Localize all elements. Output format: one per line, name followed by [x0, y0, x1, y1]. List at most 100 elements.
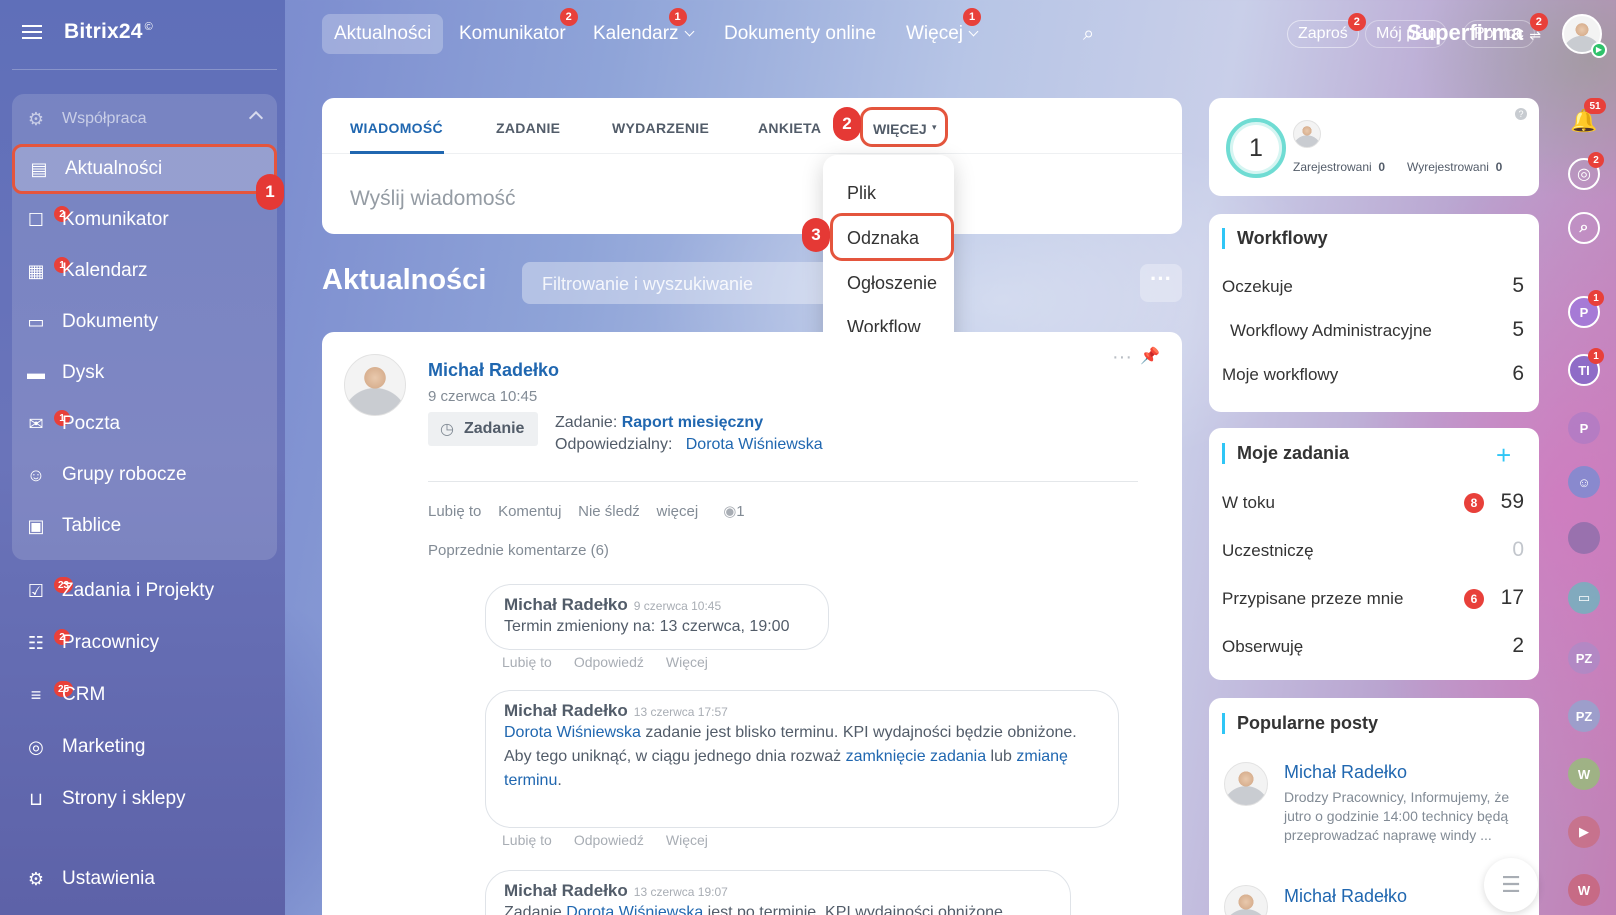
- logo-row: Bitrix24 ©: [22, 20, 153, 44]
- workflow-row-waiting[interactable]: Oczekuje 5: [1222, 274, 1524, 297]
- workflow-title: Workflowy: [1222, 228, 1328, 249]
- tasks-row-watching[interactable]: Obserwuję 2: [1222, 634, 1524, 657]
- help-icon[interactable]: ?: [1515, 108, 1527, 120]
- pin-icon[interactable]: 📌: [1140, 346, 1160, 366]
- chat-avatar-5[interactable]: PZ: [1568, 700, 1600, 732]
- tasks-row-participating[interactable]: Uczestniczę 0: [1222, 538, 1524, 561]
- logo[interactable]: Bitrix24 ©: [64, 20, 153, 44]
- online-counter[interactable]: 1: [1226, 118, 1286, 178]
- post-author[interactable]: Michał Radełko: [428, 360, 559, 381]
- crm-icon: ≡ 25: [24, 681, 74, 707]
- top-nav-messenger[interactable]: Komunikator 2: [447, 8, 578, 54]
- step-marker-2: 2: [833, 107, 861, 141]
- sidebar-item-settings[interactable]: ⚙ Ustawienia: [12, 856, 277, 902]
- marketing-icon: ◎: [28, 736, 44, 757]
- chat-image-avatar[interactable]: [1568, 522, 1600, 554]
- menu-item-announcement[interactable]: Ogłoszenie: [847, 273, 937, 294]
- post-more-icon[interactable]: ···: [1112, 346, 1132, 369]
- more-link[interactable]: Więcej: [666, 832, 708, 848]
- list-icon[interactable]: ☰: [1484, 858, 1538, 912]
- chat-avatar-7[interactable]: W: [1568, 874, 1600, 906]
- sidebar-item-employees[interactable]: ☷ 2 Pracownicy: [12, 620, 277, 666]
- more-link[interactable]: Więcej: [666, 654, 708, 670]
- invite-button[interactable]: Zaproś 2: [1287, 13, 1366, 48]
- user-avatar-small[interactable]: [1293, 120, 1321, 148]
- popular-author-2[interactable]: Michał Radełko: [1284, 886, 1407, 907]
- sidebar-item-calendar[interactable]: ▦ 1 Kalendarz: [12, 248, 277, 294]
- sidebar-item-boards[interactable]: ▣ Tablice: [12, 503, 277, 549]
- chat-2-badge: 1: [1588, 348, 1604, 364]
- workflow-row-admin[interactable]: Workflowy Administracyjne 5: [1222, 318, 1524, 341]
- mention-link[interactable]: Dorota Wiśniewska: [504, 724, 641, 741]
- top-nav-calendar[interactable]: Kalendarz 1: [581, 8, 705, 54]
- top-nav-more[interactable]: Więcej 1: [894, 8, 989, 54]
- my-tasks-title: Moje zadania: [1222, 443, 1349, 464]
- responsible-link[interactable]: Dorota Wiśniewska: [686, 436, 823, 453]
- tab-event[interactable]: WYDARZENIE: [612, 120, 709, 136]
- tasks-row-assigned[interactable]: Przypisane przeze mnie 6 17: [1222, 586, 1524, 609]
- author-avatar[interactable]: [344, 354, 406, 416]
- popular-author-avatar[interactable]: [1224, 762, 1268, 806]
- filter-search-input[interactable]: Filtrowanie i wyszukiwanie: [522, 262, 832, 304]
- task-link[interactable]: Raport miesięczny: [622, 414, 763, 431]
- popular-author[interactable]: Michał Radełko: [1284, 762, 1407, 783]
- drive-icon: ▬: [27, 362, 45, 383]
- message-input[interactable]: Wyślij wiadomość: [350, 187, 516, 211]
- tab-more[interactable]: WIĘCEJ ▾: [860, 107, 948, 147]
- help-button[interactable]: Pomoc 2: [1463, 13, 1548, 48]
- previous-comments-link[interactable]: Poprzednie komentarze (6): [428, 542, 609, 559]
- sidebar-item-mail[interactable]: ✉ 1 Poczta: [12, 401, 277, 447]
- tab-message[interactable]: WIADOMOŚĆ: [350, 120, 443, 136]
- tab-task[interactable]: ZADANIE: [496, 120, 560, 136]
- sidebar-item-tasks[interactable]: ☑ 23 Zadania i Projekty: [12, 568, 277, 614]
- video-icon[interactable]: ▶: [1568, 816, 1600, 848]
- more-link[interactable]: więcej: [656, 503, 698, 520]
- reply-link[interactable]: Odpowiedź: [574, 832, 644, 848]
- feed-options-button[interactable]: ···: [1140, 264, 1182, 302]
- sidebar-item-sites[interactable]: ⊔ Strony i sklepy: [12, 776, 277, 822]
- unfollow-link[interactable]: Nie śledź: [578, 503, 640, 520]
- sidebar-item-marketing[interactable]: ◎ Marketing: [12, 724, 277, 770]
- sidebar-item-crm[interactable]: ≡ 25 CRM: [12, 672, 277, 718]
- chat-bubble-icon[interactable]: ▭: [1568, 582, 1600, 614]
- comment-link[interactable]: Komentuj: [498, 503, 561, 520]
- search-chat-icon[interactable]: ⌕: [1568, 212, 1600, 244]
- board-icon: ▣: [27, 515, 45, 536]
- add-task-icon[interactable]: +: [1496, 440, 1511, 471]
- mail-icon: ✉ 1: [24, 410, 70, 436]
- chat-icon: ☐ 2: [24, 206, 70, 232]
- sidebar-item-workgroups[interactable]: ☺ Grupy robocze: [12, 452, 277, 498]
- workflow-row-mine[interactable]: Moje workflowy 6: [1222, 362, 1524, 385]
- search-icon[interactable]: ⌕: [1083, 23, 1094, 46]
- comment-2: Michał Radełko 13 czerwca 17:57 Dorota Wi…: [485, 690, 1119, 828]
- target-badge: 2: [1588, 152, 1604, 168]
- tasks-row-in-progress[interactable]: W toku 8 59: [1222, 490, 1524, 513]
- menu-item-badge[interactable]: Odznaka: [847, 228, 919, 249]
- chat-avatar-6[interactable]: W: [1568, 758, 1600, 790]
- like-link[interactable]: Lubię to: [428, 503, 481, 520]
- like-link[interactable]: Lubię to: [502, 654, 552, 670]
- sidebar-item-drive[interactable]: ▬ Dysk: [12, 350, 277, 396]
- attendance-card: 1 Zarejestrowani 0 Wyrejestrowani 0 ?: [1209, 98, 1539, 196]
- reply-link[interactable]: Odpowiedź: [574, 654, 644, 670]
- sidebar-item-messenger[interactable]: ☐ 2 Komunikator: [12, 197, 277, 243]
- top-nav-news[interactable]: Aktualności: [322, 14, 444, 54]
- tasks-icon: ☑ 23: [24, 577, 74, 603]
- chat-avatar-3[interactable]: P: [1568, 412, 1600, 444]
- sidebar-item-documents[interactable]: ▭ Dokumenty: [12, 299, 277, 345]
- top-nav-documents-online[interactable]: Dokumenty online: [712, 14, 888, 54]
- menu-item-file[interactable]: Plik: [847, 183, 876, 204]
- group-chat-icon[interactable]: ☺: [1568, 466, 1600, 498]
- chat-avatar-4[interactable]: PZ: [1568, 642, 1600, 674]
- menu-icon[interactable]: [22, 25, 42, 39]
- like-link[interactable]: Lubię to: [502, 832, 552, 848]
- my-plan-button[interactable]: Mój plan: [1365, 20, 1448, 48]
- mention-link[interactable]: Dorota Wiśniewska: [566, 904, 703, 915]
- sidebar-group-collaboration[interactable]: ⚙ Współpraca: [12, 96, 277, 142]
- composer-divider: [322, 153, 1182, 154]
- popular-post-text[interactable]: Drodzy Pracownicy, Informujemy, że jutro…: [1284, 788, 1514, 845]
- close-task-link[interactable]: zamknięcie zadania: [846, 748, 987, 765]
- tab-poll[interactable]: ANKIETA: [758, 120, 821, 136]
- top-bar: Aktualności Komunikator 2 Kalendarz 1 Doku…: [285, 0, 1616, 70]
- sidebar-item-news[interactable]: ▤ Aktualności: [12, 144, 277, 194]
